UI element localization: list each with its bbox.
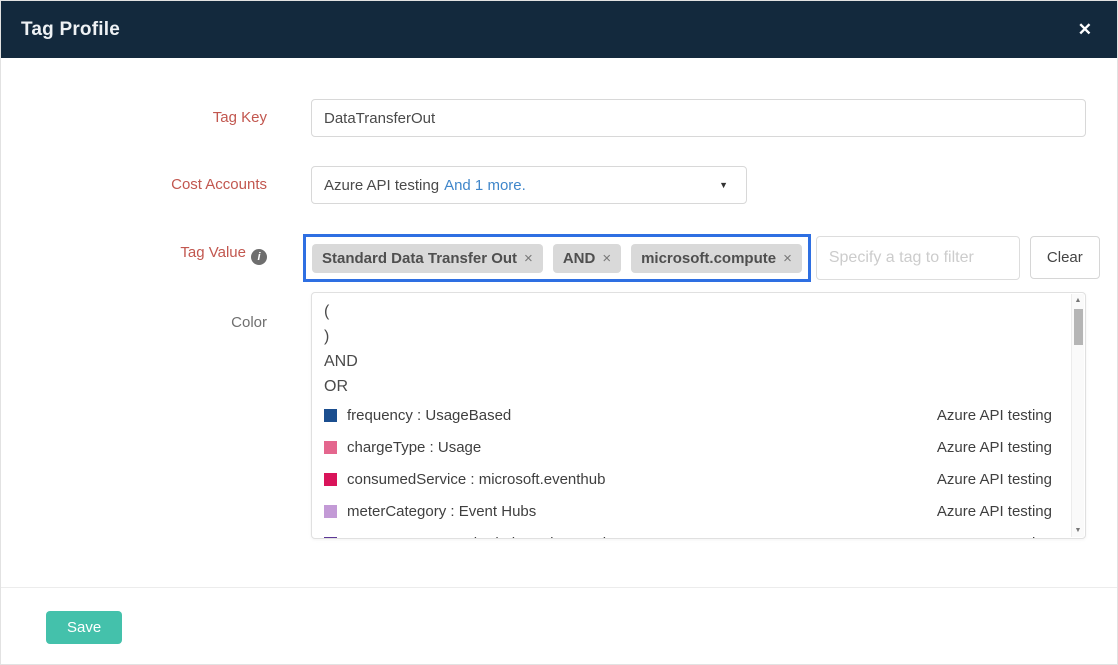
chevron-down-icon: ▼ bbox=[719, 180, 728, 190]
modal-header: Tag Profile ✕ bbox=[1, 1, 1117, 58]
tag-color-swatch bbox=[324, 537, 337, 540]
scrollbar-thumb[interactable] bbox=[1074, 309, 1083, 345]
remove-chip-icon[interactable]: × bbox=[783, 250, 792, 267]
dropdown-option-tag[interactable]: meterName : Standard Throughput Unit Azu… bbox=[324, 527, 1085, 539]
tag-chip-label: microsoft.compute bbox=[641, 250, 776, 267]
tag-chip-label: AND bbox=[563, 250, 596, 267]
tag-option-label: meterName : Standard Throughput Unit bbox=[347, 535, 937, 540]
tag-value-label-wrap: Tag Value i bbox=[1, 234, 267, 265]
tag-option-label: meterCategory : Event Hubs bbox=[347, 503, 937, 520]
dropdown-option-operator[interactable]: AND bbox=[324, 349, 1085, 374]
close-icon[interactable]: ✕ bbox=[1078, 21, 1092, 38]
tag-profile-modal: { "modal": { "title": "Tag Profile", "cl… bbox=[0, 0, 1118, 665]
tag-key-label: Tag Key bbox=[1, 99, 267, 126]
tag-chip-label: Standard Data Transfer Out bbox=[322, 250, 517, 267]
dropdown-option-tag[interactable]: consumedService : microsoft.eventhub Azu… bbox=[324, 463, 1085, 495]
tag-option-account: Azure API testing bbox=[937, 471, 1052, 488]
tag-chip: Standard Data Transfer Out × bbox=[312, 244, 543, 273]
tag-option-label: frequency : UsageBased bbox=[347, 407, 937, 424]
tag-chips-highlight: Standard Data Transfer Out × AND × micro… bbox=[303, 234, 811, 282]
dropdown-option-tag[interactable]: meterCategory : Event Hubs Azure API tes… bbox=[324, 495, 1085, 527]
save-button[interactable]: Save bbox=[46, 611, 122, 644]
tag-option-label: consumedService : microsoft.eventhub bbox=[347, 471, 937, 488]
remove-chip-icon[interactable]: × bbox=[602, 250, 611, 267]
dropdown-option-operator[interactable]: OR bbox=[324, 374, 1085, 399]
info-icon[interactable]: i bbox=[251, 249, 267, 265]
cost-accounts-selected-value: Azure API testing bbox=[324, 177, 439, 194]
tag-color-swatch bbox=[324, 505, 337, 518]
tag-option-label: chargeType : Usage bbox=[347, 439, 937, 456]
cost-accounts-label: Cost Accounts bbox=[1, 166, 267, 193]
cost-accounts-select[interactable]: Azure API testing And 1 more. ▼ bbox=[311, 166, 747, 204]
color-label: Color bbox=[1, 292, 267, 331]
tag-chip: microsoft.compute × bbox=[631, 244, 802, 273]
tag-color-swatch bbox=[324, 441, 337, 454]
dropdown-option-tag[interactable]: chargeType : Usage Azure API testing bbox=[324, 431, 1085, 463]
tag-option-account: Azure API testing bbox=[937, 407, 1052, 424]
tag-color-swatch bbox=[324, 409, 337, 422]
clear-button[interactable]: Clear bbox=[1030, 236, 1100, 279]
modal-footer: Save bbox=[1, 588, 1117, 644]
cost-accounts-more-link[interactable]: And 1 more. bbox=[444, 177, 526, 194]
color-row: Color ( ) AND OR frequency : UsageBased … bbox=[1, 292, 1084, 539]
tag-value-dropdown: ( ) AND OR frequency : UsageBased Azure … bbox=[311, 292, 1086, 539]
page-title: Tag Profile bbox=[21, 19, 120, 41]
dropdown-option-operator[interactable]: ) bbox=[324, 324, 1085, 349]
tag-filter-input[interactable] bbox=[816, 236, 1020, 280]
dropdown-option-tag[interactable]: frequency : UsageBased Azure API testing bbox=[324, 399, 1085, 431]
dropdown-scrollbar[interactable]: ▲ ▼ bbox=[1071, 294, 1084, 537]
tag-option-account: Azure API testing bbox=[937, 439, 1052, 456]
tag-option-account: Azure API testing bbox=[937, 503, 1052, 520]
tag-value-row: Tag Value i Standard Data Transfer Out × … bbox=[1, 234, 1084, 282]
scroll-up-icon[interactable]: ▲ bbox=[1072, 297, 1084, 304]
dropdown-option-operator[interactable]: ( bbox=[324, 299, 1085, 324]
tag-option-account: Azure API testing bbox=[937, 535, 1052, 540]
remove-chip-icon[interactable]: × bbox=[524, 250, 533, 267]
tag-key-row: Tag Key bbox=[1, 99, 1084, 137]
scroll-down-icon[interactable]: ▼ bbox=[1072, 527, 1084, 534]
cost-accounts-row: Cost Accounts Azure API testing And 1 mo… bbox=[1, 166, 1084, 204]
modal-body: Tag Key Cost Accounts Azure API testing … bbox=[1, 58, 1117, 539]
tag-color-swatch bbox=[324, 473, 337, 486]
tag-chip: AND × bbox=[553, 244, 621, 273]
tag-key-input[interactable] bbox=[311, 99, 1086, 137]
tag-value-label: Tag Value bbox=[180, 244, 246, 261]
